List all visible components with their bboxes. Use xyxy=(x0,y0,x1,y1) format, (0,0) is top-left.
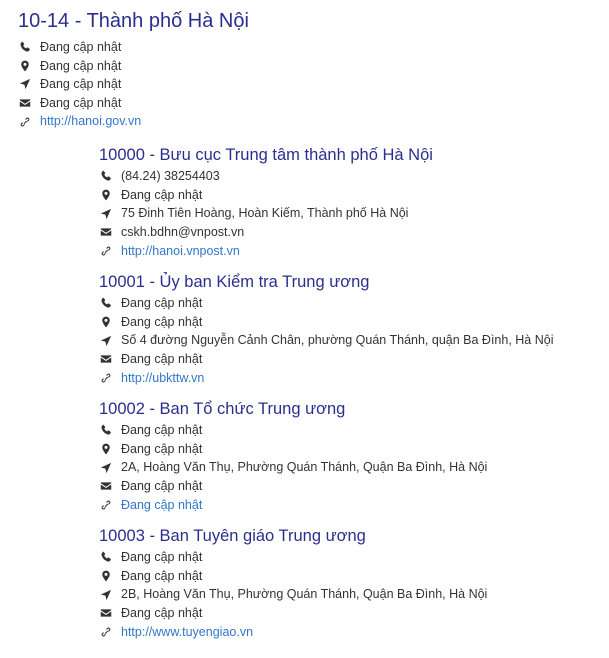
link-icon xyxy=(99,498,113,512)
office-phone-row: Đang cập nhật xyxy=(99,421,604,440)
office-location: Đang cập nhật xyxy=(121,314,203,329)
region-email: Đang cập nhật xyxy=(40,95,122,110)
region-phone-row: Đang cập nhật xyxy=(18,38,603,57)
region-section: 10-14 - Thành phố Hà Nội Đang cập nhật Đ… xyxy=(18,8,603,131)
map-marker-icon xyxy=(99,188,113,202)
office-title: 10001 - Ủy ban Kiểm tra Trung ương xyxy=(99,272,370,291)
phone-icon xyxy=(99,550,113,564)
office-email: Đang cập nhật xyxy=(121,478,203,493)
link-icon xyxy=(18,115,32,129)
office-phone-row: (84.24) 38254403 xyxy=(99,167,604,186)
envelope-icon xyxy=(18,96,32,110)
phone-icon xyxy=(99,423,113,437)
region-website-link[interactable]: http://hanoi.gov.vn xyxy=(40,112,141,131)
map-marker-icon xyxy=(99,315,113,329)
envelope-icon xyxy=(99,606,113,620)
office-phone: Đang cập nhật xyxy=(121,422,203,437)
office-email-row: cskh.bdhn@vnpost.vn xyxy=(99,223,604,242)
post-office-item: 10001 - Ủy ban Kiểm tra Trung ương Đang … xyxy=(99,271,604,387)
office-phone: Đang cập nhật xyxy=(121,549,203,564)
office-location-row: Đang cập nhật xyxy=(99,567,604,586)
office-email-row: Đang cập nhật xyxy=(99,350,604,369)
link-icon xyxy=(99,371,113,385)
office-address-row: 2B, Hoàng Văn Thụ, Phường Quán Thánh, Qu… xyxy=(99,585,604,604)
office-address-row: Số 4 đường Nguyễn Cảnh Chân, phường Quán… xyxy=(99,331,604,350)
office-title: 10000 - Bưu cục Trung tâm thành phố Hà N… xyxy=(99,146,433,164)
envelope-icon xyxy=(99,479,113,493)
office-location-row: Đang cập nhật xyxy=(99,313,604,332)
phone-icon xyxy=(99,169,113,183)
region-phone: Đang cập nhật xyxy=(40,40,122,54)
office-email-row: Đang cập nhật xyxy=(99,604,604,623)
office-address: 2A, Hoàng Văn Thụ, Phường Quán Thánh, Qu… xyxy=(121,460,488,475)
post-office-item: 10003 - Ban Tuyên giáo Trung ương Đang c… xyxy=(99,525,604,641)
map-marker-icon xyxy=(18,59,32,73)
region-website-row: http://hanoi.gov.vn xyxy=(18,112,603,131)
office-website-row: http://www.tuyengiao.vn xyxy=(99,623,604,642)
region-location: Đang cập nhật xyxy=(40,58,122,73)
office-location: Đang cập nhật xyxy=(121,441,203,456)
office-email: Đang cập nhật xyxy=(121,605,203,620)
office-phone-row: Đang cập nhật xyxy=(99,548,604,567)
office-address: 75 Đinh Tiên Hoàng, Hoàn Kiếm, Thành phố… xyxy=(121,206,409,221)
map-marker-icon xyxy=(99,442,113,456)
office-location-row: Đang cập nhật xyxy=(99,440,604,459)
location-arrow-icon xyxy=(99,588,113,602)
office-website-row: http://hanoi.vnpost.vn xyxy=(99,242,604,261)
office-website-row: http://ubkttw.vn xyxy=(99,369,604,388)
office-phone-row: Đang cập nhật xyxy=(99,294,604,313)
post-office-item: 10002 - Ban Tổ chức Trung ương Đang cập … xyxy=(99,398,604,514)
region-location-row: Đang cập nhật xyxy=(18,57,603,76)
office-title: 10003 - Ban Tuyên giáo Trung ương xyxy=(99,526,366,545)
office-phone: (84.24) 38254403 xyxy=(121,169,220,183)
region-title: 10-14 - Thành phố Hà Nội xyxy=(18,10,249,32)
office-website-link[interactable]: http://www.tuyengiao.vn xyxy=(121,623,253,642)
post-office-item: 10000 - Bưu cục Trung tâm thành phố Hà N… xyxy=(99,144,604,260)
link-icon xyxy=(99,244,113,258)
region-address-row: Đang cập nhật xyxy=(18,75,603,94)
office-address-row: 75 Đinh Tiên Hoàng, Hoàn Kiếm, Thành phố… xyxy=(99,204,604,223)
location-arrow-icon xyxy=(99,334,113,348)
office-location-row: Đang cập nhật xyxy=(99,186,604,205)
location-arrow-icon xyxy=(99,207,113,221)
office-address-row: 2A, Hoàng Văn Thụ, Phường Quán Thánh, Qu… xyxy=(99,458,604,477)
office-website-link[interactable]: http://ubkttw.vn xyxy=(121,369,204,388)
map-marker-icon xyxy=(99,569,113,583)
location-arrow-icon xyxy=(18,77,32,91)
envelope-icon xyxy=(99,352,113,366)
office-website-row: Đang cập nhật xyxy=(99,496,604,515)
region-email-row: Đang cập nhật xyxy=(18,94,603,113)
phone-icon xyxy=(18,40,32,54)
region-address: Đang cập nhật xyxy=(40,77,122,92)
location-arrow-icon xyxy=(99,461,113,475)
office-email: cskh.bdhn@vnpost.vn xyxy=(121,225,245,240)
phone-icon xyxy=(99,296,113,310)
office-website-link[interactable]: http://hanoi.vnpost.vn xyxy=(121,242,240,261)
office-address: Số 4 đường Nguyễn Cảnh Chân, phường Quán… xyxy=(121,333,554,348)
office-phone: Đang cập nhật xyxy=(121,295,203,310)
envelope-icon xyxy=(99,225,113,239)
office-email-row: Đang cập nhật xyxy=(99,477,604,496)
post-office-list: 10000 - Bưu cục Trung tâm thành phố Hà N… xyxy=(99,144,604,652)
office-email: Đang cập nhật xyxy=(121,352,203,366)
office-location: Đang cập nhật xyxy=(121,568,203,583)
office-website-link[interactable]: Đang cập nhật xyxy=(121,496,202,515)
link-icon xyxy=(99,625,113,639)
office-title: 10002 - Ban Tổ chức Trung ương xyxy=(99,399,346,418)
office-address: 2B, Hoàng Văn Thụ, Phường Quán Thánh, Qu… xyxy=(121,587,488,602)
office-location: Đang cập nhật xyxy=(121,187,203,202)
